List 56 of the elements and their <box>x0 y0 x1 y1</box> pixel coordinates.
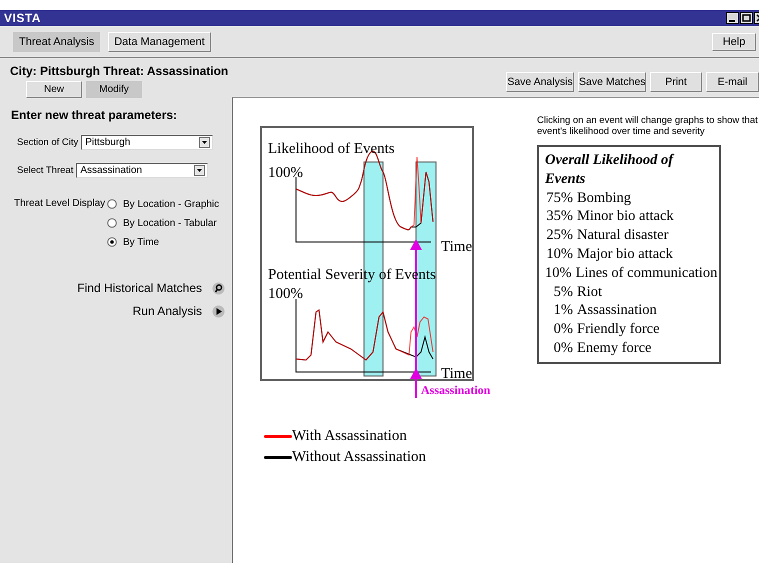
radio-button[interactable] <box>107 218 117 228</box>
help-button[interactable]: Help <box>712 33 756 51</box>
event-percent[interactable]: 25% <box>545 226 573 245</box>
command-link[interactable]: Run Analysis <box>132 304 202 318</box>
event-name[interactable]: Natural disaster <box>577 226 668 245</box>
event-percent[interactable]: 35% <box>545 207 573 226</box>
chart-title: Likelihood of Events <box>268 141 395 157</box>
event-name[interactable]: Assassination <box>577 301 657 320</box>
mode-button[interactable]: Modify <box>86 81 142 98</box>
hint-text: Clicking on an event will change graphs to show that event's likelihood over time and severity <box>537 115 759 137</box>
action-button[interactable]: E-mail <box>706 72 759 92</box>
axis-label: Time <box>441 239 472 255</box>
event-percent[interactable]: 0% <box>545 320 573 339</box>
radio-button[interactable] <box>107 199 117 209</box>
threat-header: City: Pittsburgh Threat: Assassination <box>10 64 230 78</box>
dropdown-field[interactable]: Assassination <box>76 162 208 178</box>
event-percent[interactable]: 75% <box>545 188 573 208</box>
event-name[interactable]: Enemy force <box>577 338 652 358</box>
search-icon[interactable] <box>212 282 225 294</box>
tab[interactable]: Threat Analysis <box>13 32 100 52</box>
event-name[interactable]: Friendly force <box>577 320 660 339</box>
axis-label: Time <box>441 366 472 382</box>
parameters-heading: Enter new threat parameters: <box>11 108 178 122</box>
window-title: VISTA <box>4 11 41 25</box>
event-name[interactable]: Bombing <box>577 188 631 208</box>
minimize-icon[interactable] <box>726 12 739 24</box>
panel-title: Overall Likelihood of Events <box>545 151 676 189</box>
legend-label: With Assassination <box>292 428 407 445</box>
event-name[interactable]: Major bio attack <box>577 244 673 264</box>
tab[interactable]: Data Management <box>108 32 211 52</box>
field-label: Section of City <box>17 136 78 148</box>
radio-label[interactable]: By Location - Tabular <box>123 218 217 228</box>
display-label: Threat Level Display <box>14 198 106 211</box>
event-percent[interactable]: 10% <box>545 264 572 283</box>
event-percent[interactable]: 5% <box>545 282 573 302</box>
play-icon[interactable] <box>212 304 225 318</box>
event-label: Assassination <box>421 383 490 397</box>
dropdown-field[interactable]: Pittsburgh <box>81 134 214 150</box>
axis-label: 100% <box>268 286 303 302</box>
action-button[interactable]: Print <box>650 72 702 92</box>
event-percent[interactable]: 1% <box>545 301 573 320</box>
radio-button[interactable] <box>107 237 117 247</box>
event-name[interactable]: Lines of communication <box>576 264 718 283</box>
radio-label[interactable]: By Location - Graphic <box>123 198 220 210</box>
action-button[interactable]: Save Analysis <box>506 72 574 92</box>
event-percent[interactable]: 10% <box>545 244 573 264</box>
event-name[interactable]: Minor bio attack <box>577 207 674 226</box>
axis-label: 100% <box>268 165 303 181</box>
command-link[interactable]: Find Historical Matches <box>77 281 202 295</box>
legend-label: Without Assassination <box>292 449 426 466</box>
field-label: Select Threat <box>17 164 74 176</box>
radio-label[interactable]: By Time <box>123 236 160 248</box>
action-button[interactable]: Save Matches <box>578 72 646 92</box>
event-name[interactable]: Riot <box>577 282 602 302</box>
mode-button[interactable]: New <box>26 81 82 98</box>
event-percent[interactable]: 0% <box>545 338 573 358</box>
